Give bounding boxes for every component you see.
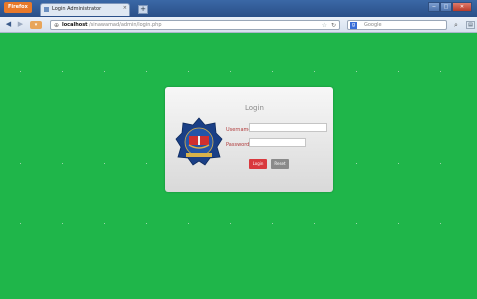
- forward-arrow-icon[interactable]: ▶: [16, 20, 25, 29]
- background-dot: [440, 71, 441, 72]
- background-dot: [356, 223, 357, 224]
- background-dot: [104, 223, 105, 224]
- background-dot: [356, 71, 357, 72]
- background-dot: [272, 223, 273, 224]
- bookmarks-menu-icon[interactable]: ▤: [466, 21, 475, 29]
- background-dot: [62, 71, 63, 72]
- login-panel: Login Username Password Login Reset: [165, 87, 333, 192]
- background-dot: [146, 223, 147, 224]
- background-dot: [20, 71, 21, 72]
- background-dot: [398, 223, 399, 224]
- background-dot: [398, 71, 399, 72]
- background-dot: [146, 71, 147, 72]
- login-button[interactable]: Login: [249, 159, 267, 169]
- school-emblem-icon: [175, 117, 223, 166]
- background-dot: [62, 163, 63, 164]
- url-path: /sinawamad/admin/login.php: [89, 22, 162, 28]
- navigation-bar: ◀ ▶ ▾ ⊕ localhost /sinawamad/admin/login…: [0, 17, 477, 33]
- background-dot: [230, 71, 231, 72]
- background-dot: [188, 223, 189, 224]
- search-placeholder: Google: [364, 22, 382, 28]
- back-arrow-icon[interactable]: ◀: [4, 20, 13, 29]
- browser-titlebar: Firefox Login Administrator × + − □ ✕: [0, 0, 477, 17]
- globe-icon: ⊕: [54, 22, 60, 29]
- background-dot: [440, 223, 441, 224]
- background-dot: [104, 71, 105, 72]
- close-window-button[interactable]: ✕: [452, 2, 472, 12]
- background-dot: [314, 223, 315, 224]
- background-dot: [62, 223, 63, 224]
- reset-button[interactable]: Reset: [271, 159, 289, 169]
- password-input[interactable]: [249, 138, 306, 147]
- password-label: Password: [226, 142, 250, 148]
- search-magnifier-icon[interactable]: ⌕: [454, 21, 458, 30]
- background-dot: [20, 223, 21, 224]
- background-dot: [146, 163, 147, 164]
- background-dot: [104, 163, 105, 164]
- browser-tab[interactable]: Login Administrator ×: [40, 3, 130, 16]
- background-dot: [20, 163, 21, 164]
- background-dot: [398, 163, 399, 164]
- background-dot: [188, 71, 189, 72]
- background-dot: [230, 223, 231, 224]
- maximize-button[interactable]: □: [440, 2, 452, 12]
- firefox-menu-button[interactable]: Firefox: [4, 2, 32, 13]
- login-title: Login: [245, 104, 264, 112]
- background-dot: [272, 71, 273, 72]
- site-identity-icon[interactable]: ▾: [30, 21, 42, 29]
- url-host: localhost: [62, 22, 88, 28]
- background-dot: [314, 71, 315, 72]
- bookmark-star-icon[interactable]: ☆: [322, 22, 327, 29]
- window-controls: − □ ✕: [428, 2, 472, 13]
- search-bar[interactable]: g Google: [347, 20, 447, 30]
- page-favicon-icon: [44, 7, 49, 12]
- search-engine-icon[interactable]: g: [350, 22, 357, 29]
- address-bar[interactable]: ⊕ localhost /sinawamad/admin/login.php ☆…: [50, 20, 340, 30]
- background-dot: [356, 163, 357, 164]
- minimize-button[interactable]: −: [428, 2, 440, 12]
- tab-close-icon[interactable]: ×: [123, 5, 127, 11]
- new-tab-button[interactable]: +: [138, 5, 148, 14]
- tab-title: Login Administrator: [52, 6, 102, 12]
- username-label: Username: [226, 127, 252, 133]
- reload-icon[interactable]: ↻: [331, 22, 336, 29]
- username-input[interactable]: [249, 123, 327, 132]
- page-content: Login Username Password Login Reset: [0, 33, 477, 299]
- background-dot: [440, 163, 441, 164]
